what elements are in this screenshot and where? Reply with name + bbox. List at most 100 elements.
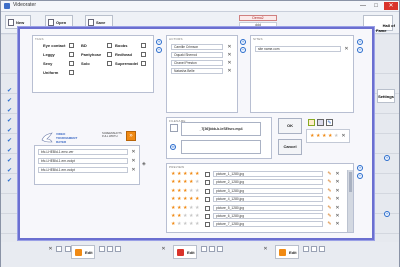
tag-checkbox[interactable] [107,43,112,48]
tag-icon[interactable]: ◈ [142,161,146,167]
tag-checkbox[interactable] [69,70,74,75]
preview-star-icon[interactable]: ★ [171,221,175,227]
preview-star-icon[interactable]: ★ [189,213,193,219]
tag-checkbox[interactable] [107,52,112,57]
edit-preview-icon[interactable]: ✎ [327,205,332,211]
preview-file-row[interactable]: picture_7_1280.jpg [213,221,323,228]
preview-star-icon[interactable]: ★ [195,205,199,211]
rating-box[interactable] [56,246,62,252]
remove-preview-icon[interactable]: ✕ [335,188,340,194]
scroll-thumb[interactable] [349,172,352,192]
remove-site-icon[interactable]: − [357,47,363,53]
remove-site-icon[interactable]: ✕ [344,47,349,52]
remove-actor-icon[interactable]: ✕ [227,45,232,50]
preview-star-icon[interactable]: ★ [171,196,175,202]
edit-preview-icon[interactable]: ✎ [327,222,332,227]
fast-forward-button[interactable]: » [126,131,136,141]
preview-file-row[interactable]: picture_6_1280.jpg [213,213,323,219]
preview-star-icon[interactable]: ★ [177,179,181,185]
rating-star-icon[interactable]: ★ [322,133,326,139]
minimize-button[interactable]: — [357,2,369,10]
preview-star-icon[interactable]: ★ [171,171,175,177]
brush-icon[interactable]: ✎ [326,119,333,126]
remove-actor-icon[interactable]: ✕ [227,53,232,58]
add-actor-icon[interactable]: + [240,39,246,45]
rating-box[interactable] [115,246,121,252]
clear-rating-icon[interactable]: ✕ [341,134,346,139]
preview-star-icon[interactable]: ★ [177,171,181,177]
tag-chip-demo2[interactable]: Demo2 [239,15,277,21]
remove-file-icon[interactable]: ✕ [131,150,136,155]
remove-actor-icon[interactable]: ✕ [227,69,232,74]
add-icon[interactable]: + [384,211,390,217]
tag-checkbox[interactable] [141,52,146,57]
preview-star-icon[interactable]: ★ [177,188,181,194]
preview-star-icon[interactable]: ★ [189,196,193,202]
preview-checkbox[interactable] [205,188,210,194]
edit-preview-icon[interactable]: ✎ [327,188,332,194]
rating-star-icon[interactable]: ★ [316,133,320,139]
preview-star-icon[interactable]: ★ [189,188,193,194]
edit-button-3[interactable]: Edit [275,245,299,259]
site-row[interactable]: site name.com [255,46,341,52]
remove-actor-icon[interactable]: ✕ [227,61,232,66]
preview-star-icon[interactable]: ★ [171,179,175,185]
remove-preview-icon[interactable]: ✕ [335,180,340,185]
remove-file-icon[interactable]: ✕ [131,159,136,164]
rating-box[interactable] [201,246,207,252]
close-icon[interactable]: ✕ [263,247,268,252]
close-icon[interactable]: ✕ [161,247,166,252]
filename-input[interactable]: _7[36]bbb-b-leSEtsrc.mp4 [181,122,261,136]
remove-tag-icon[interactable]: − [156,47,162,53]
actor-row[interactable]: Camille Crimson [171,44,223,50]
tag-checkbox[interactable] [141,61,146,66]
preview-star-icon[interactable]: ★ [183,205,187,211]
rating-star-icon[interactable]: ★ [310,133,314,139]
video-file-row[interactable]: bfc-LHEBld-1.em.vcdpt [38,158,128,164]
preview-star-icon[interactable]: ★ [171,205,175,211]
preview-star-icon[interactable]: ★ [177,213,181,219]
preview-star-icon[interactable]: ★ [183,221,187,227]
actor-row[interactable]: Natasha Belle [171,68,223,74]
edit-preview-icon[interactable]: ✎ [327,172,332,177]
comment-input[interactable] [181,140,261,154]
video-icon[interactable] [317,119,324,126]
rating-box[interactable] [217,246,223,252]
preview-file-row[interactable]: picture_3_1280.jpg [213,187,323,194]
preview-star-icon[interactable]: ★ [195,171,199,177]
preview-star-icon[interactable]: ★ [183,213,187,219]
preview-file-row[interactable]: picture_4_1280.jpg [213,196,323,203]
cancel-button[interactable]: Cancel [278,139,302,155]
preview-star-icon[interactable]: ★ [189,205,193,211]
remove-preview-icon[interactable]: ✕ [335,205,340,211]
edit-preview-icon[interactable]: ✎ [327,180,332,185]
preview-star-icon[interactable]: ★ [171,188,175,194]
edit-button-1[interactable]: Edit [71,245,95,259]
add-preview-icon[interactable]: + [357,165,363,171]
link-icon[interactable]: ∞ [170,144,176,150]
actor-row[interactable]: Oquaki Sherrod [171,52,223,58]
preview-star-icon[interactable]: ★ [177,205,181,211]
preview-star-icon[interactable]: ★ [195,213,199,219]
preview-star-icon[interactable]: ★ [195,179,199,185]
rating-box[interactable] [209,246,215,252]
edit-preview-icon[interactable]: ✎ [327,197,332,202]
rating-box[interactable] [107,246,113,252]
rating-box[interactable] [99,246,105,252]
rating-box[interactable] [303,246,309,252]
rating-star-icon[interactable]: ★ [328,133,332,139]
tag-checkbox[interactable] [69,43,74,48]
close-icon[interactable]: ✕ [48,247,53,252]
photo-icon[interactable] [308,119,315,126]
settings-button[interactable]: Settings [377,89,395,103]
preview-star-icon[interactable]: ★ [183,171,187,177]
remove-preview-icon[interactable]: ✕ [335,214,340,219]
preview-star-icon[interactable]: ★ [183,179,187,185]
tag-checkbox[interactable] [69,52,74,57]
rating-box[interactable] [311,246,317,252]
ok-button[interactable]: OK [278,118,302,134]
tag-checkbox[interactable] [69,61,74,66]
add-site-icon[interactable]: + [357,39,363,45]
rating-box[interactable] [319,246,325,252]
remove-preview-icon[interactable]: − [357,173,363,179]
